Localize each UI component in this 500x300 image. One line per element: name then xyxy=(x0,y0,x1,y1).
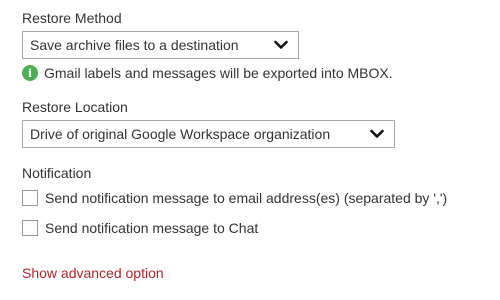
restore-location-label: Restore Location xyxy=(22,99,128,115)
restore-location-value: Drive of original Google Workspace organ… xyxy=(30,126,331,142)
restore-method-value: Save archive files to a destination xyxy=(30,37,239,53)
restore-method-info: i Gmail labels and messages will be expo… xyxy=(22,65,393,81)
show-advanced-option-link[interactable]: Show advanced option xyxy=(22,265,164,281)
restore-method-info-text: Gmail labels and messages will be export… xyxy=(44,65,393,81)
notify-chat-option[interactable]: Send notification message to Chat xyxy=(22,220,258,236)
chevron-down-icon xyxy=(369,128,385,140)
notification-label: Notification xyxy=(22,165,92,181)
notify-chat-label: Send notification message to Chat xyxy=(45,220,259,236)
chevron-down-icon xyxy=(273,39,289,51)
notify-email-option[interactable]: Send notification message to email addre… xyxy=(22,190,447,206)
notify-email-label: Send notification message to email addre… xyxy=(45,190,448,206)
restore-location-select[interactable]: Drive of original Google Workspace organ… xyxy=(22,120,395,148)
notify-email-checkbox[interactable] xyxy=(22,190,38,206)
restore-method-label: Restore Method xyxy=(22,10,122,26)
info-icon: i xyxy=(22,65,38,81)
notify-chat-checkbox[interactable] xyxy=(22,220,38,236)
restore-method-select[interactable]: Save archive files to a destination xyxy=(22,31,299,59)
